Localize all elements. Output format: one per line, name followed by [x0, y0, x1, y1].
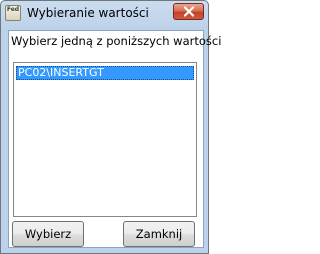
dialog-content: Wybierz jedną z poniższych wartości PC02… [8, 30, 221, 248]
title-bar[interactable]: Fed Wybieranie wartości [1, 1, 208, 25]
select-button[interactable]: Wybierz [12, 221, 84, 247]
close-button[interactable]: Zamknij [123, 221, 195, 247]
window-close-button[interactable] [173, 3, 204, 20]
dialog-window: Fed Wybieranie wartości Wybierz jedną z … [0, 0, 221, 254]
close-icon [183, 6, 194, 17]
window-title: Wybieranie wartości [27, 6, 149, 20]
values-listbox[interactable]: PC02\INSERTGT [13, 62, 197, 217]
app-icon[interactable]: Fed [5, 5, 21, 21]
prompt-label: Wybierz jedną z poniższych wartości [11, 34, 222, 48]
list-item-selected[interactable]: PC02\INSERTGT [16, 66, 194, 80]
